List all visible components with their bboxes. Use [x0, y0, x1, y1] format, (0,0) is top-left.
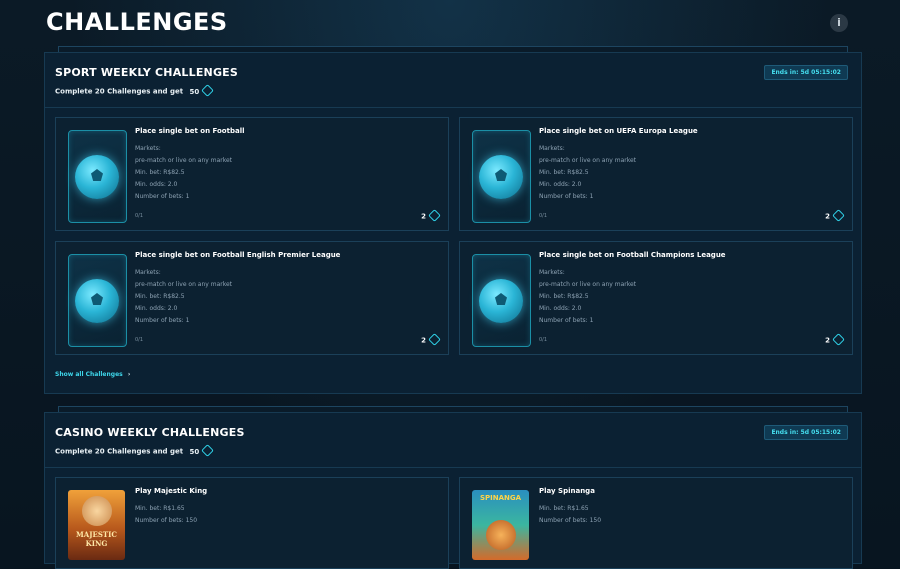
challenge-detail: Markets: [539, 269, 565, 276]
subtitle-text: Complete 20 Challenges and get [55, 87, 184, 96]
coin-icon [201, 444, 215, 457]
challenge-detail: Min. odds: 2.0 [135, 181, 178, 188]
reward-value: 2 [421, 336, 426, 345]
challenge-title: Place single bet on Football English Pre… [135, 251, 341, 259]
casino-section-title: CASINO WEEKLY CHALLENGES [55, 426, 245, 439]
challenge-card[interactable]: Place single bet on UEFA Europa League M… [459, 117, 853, 231]
reward-value: 2 [825, 336, 830, 345]
challenge-detail: Min. bet: R$82.5 [539, 293, 589, 300]
challenge-progress: 0/1 [135, 213, 144, 219]
football-thumbnail [68, 254, 127, 347]
challenge-detail: Number of bets: 150 [539, 517, 602, 524]
coin-icon [428, 209, 441, 222]
challenge-detail: pre-match or live on any market [539, 157, 637, 164]
challenge-progress: 0/1 [539, 337, 548, 343]
challenge-detail: Min. bet: R$82.5 [135, 293, 185, 300]
ends-in-badge: Ends in: 5d 05:15:02 [764, 425, 848, 440]
challenge-detail: Markets: [135, 269, 161, 276]
football-icon [75, 279, 119, 323]
challenge-detail: pre-match or live on any market [135, 281, 233, 288]
show-all-label: Show all Challenges [55, 371, 123, 378]
lion-icon [82, 496, 112, 526]
challenge-reward: 2 [421, 333, 441, 346]
challenge-detail: Min. bet: R$82.5 [135, 169, 185, 176]
creature-icon [486, 520, 516, 550]
challenge-detail: Min. odds: 2.0 [539, 181, 582, 188]
spinanga-thumbnail: SPINANGA [472, 490, 529, 560]
subtitle-text: Complete 20 Challenges and get [55, 447, 184, 456]
page-title: CHALLENGES [46, 8, 228, 36]
show-all-challenges-link[interactable]: Show all Challenges › [55, 371, 130, 378]
football-thumbnail [68, 130, 127, 223]
casino-section-header: CASINO WEEKLY CHALLENGES Complete 20 Cha… [45, 413, 861, 468]
football-icon [479, 279, 523, 323]
challenge-detail: Min. odds: 2.0 [135, 305, 178, 312]
challenge-title: Play Majestic King [135, 487, 208, 495]
reward-value: 2 [421, 212, 426, 221]
chevron-right-icon: › [127, 371, 131, 378]
challenge-title: Place single bet on Football [135, 127, 245, 135]
challenge-detail: Markets: [135, 145, 161, 152]
football-thumbnail [472, 254, 531, 347]
coin-icon [832, 333, 845, 346]
football-thumbnail [472, 130, 531, 223]
casino-section-subtitle: Complete 20 Challenges and get 50 [55, 444, 215, 457]
challenge-title: Place single bet on Football Champions L… [539, 251, 726, 259]
casino-section: CASINO WEEKLY CHALLENGES Complete 20 Cha… [44, 412, 862, 569]
coin-icon [201, 84, 215, 97]
majestic-king-thumbnail: MAJESTIC KING [68, 490, 125, 560]
challenge-card[interactable]: Place single bet on Football Markets: pr… [55, 117, 449, 231]
coin-icon [832, 209, 845, 222]
challenge-detail: pre-match or live on any market [135, 157, 233, 164]
challenge-detail: Min. odds: 2.0 [539, 305, 582, 312]
challenge-detail: Number of bets: 1 [539, 317, 594, 324]
info-icon[interactable]: i [830, 14, 848, 32]
challenge-title: Place single bet on UEFA Europa League [539, 127, 698, 135]
challenge-detail: Markets: [539, 145, 565, 152]
challenge-card[interactable]: Place single bet on Football English Pre… [55, 241, 449, 355]
sport-section-header: SPORT WEEKLY CHALLENGES Complete 20 Chal… [45, 53, 861, 108]
challenge-detail: Number of bets: 1 [539, 193, 594, 200]
coin-icon [428, 333, 441, 346]
challenge-progress: 0/1 [539, 213, 548, 219]
challenge-detail: Number of bets: 1 [135, 317, 190, 324]
reward-amount: 50 [189, 87, 200, 96]
challenge-detail: Min. bet: R$82.5 [539, 169, 589, 176]
challenge-detail: Number of bets: 1 [135, 193, 190, 200]
reward-amount: 50 [189, 447, 200, 456]
sport-section: SPORT WEEKLY CHALLENGES Complete 20 Chal… [44, 52, 862, 394]
game-logo-text: MAJESTIC KING [76, 530, 117, 548]
challenge-detail: Min. bet: R$1.65 [539, 505, 589, 512]
challenge-reward: 2 [421, 209, 441, 222]
challenge-card[interactable]: MAJESTIC KING Play Majestic King Min. be… [55, 477, 449, 569]
challenge-detail: Min. bet: R$1.65 [135, 505, 185, 512]
challenge-card[interactable]: SPINANGA Play Spinanga Min. bet: R$1.65 … [459, 477, 853, 569]
football-icon [479, 155, 523, 199]
challenge-reward: 2 [825, 333, 845, 346]
challenge-reward: 2 [825, 209, 845, 222]
football-icon [75, 155, 119, 199]
challenge-progress: 0/1 [135, 337, 144, 343]
challenge-detail: Number of bets: 150 [135, 517, 198, 524]
challenge-card[interactable]: Place single bet on Football Champions L… [459, 241, 853, 355]
sport-section-title: SPORT WEEKLY CHALLENGES [55, 66, 239, 79]
game-logo-text: SPINANGA [479, 494, 522, 502]
ends-in-badge: Ends in: 5d 05:15:02 [764, 65, 848, 80]
challenge-detail: pre-match or live on any market [539, 281, 637, 288]
reward-value: 2 [825, 212, 830, 221]
sport-section-subtitle: Complete 20 Challenges and get 50 [55, 84, 215, 97]
challenge-title: Play Spinanga [539, 487, 595, 495]
